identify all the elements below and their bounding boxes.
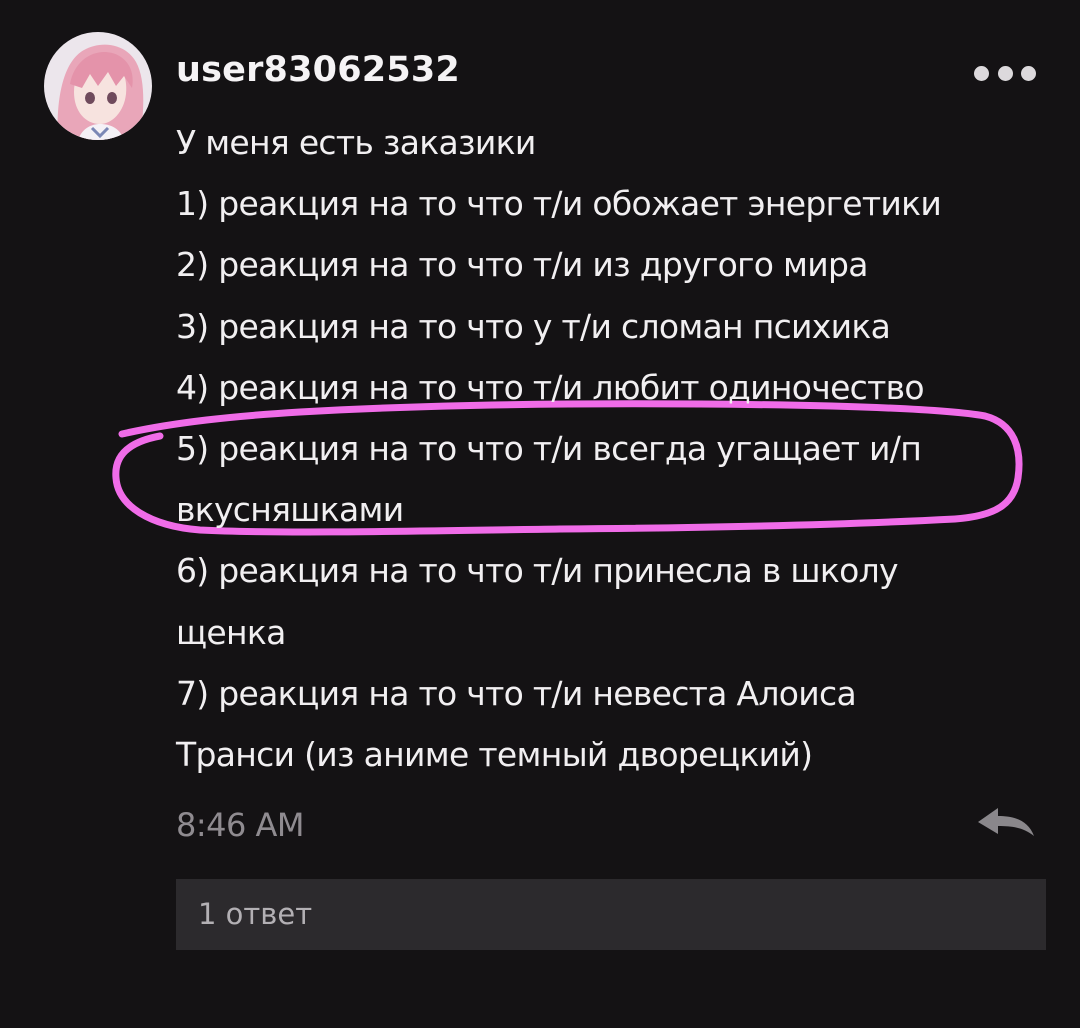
more-options-icon — [997, 65, 1013, 81]
comment-line: Транси (из аниме темный дворецкий) — [176, 734, 813, 774]
view-replies-button[interactable]: 1 ответ — [176, 879, 1046, 950]
more-options-button[interactable] — [972, 56, 1038, 90]
comment-line: 1) реакция на то что т/и обожает энергет… — [176, 184, 942, 224]
comment-line: 7) реакция на то что т/и невеста Алоиса — [176, 673, 857, 713]
reply-button[interactable] — [974, 804, 1038, 844]
more-options-icon — [974, 65, 989, 81]
comment-line: 4) реакция на то что т/и любит одиночест… — [176, 367, 925, 407]
anime-avatar-icon — [44, 32, 152, 140]
comment-line: щенка — [176, 612, 286, 652]
comment-line: 6) реакция на то что т/и принесла в школ… — [176, 551, 899, 591]
comment-timestamp: 8:46 AM — [176, 806, 305, 844]
comment-line: 5) реакция на то что т/и всегда угащает … — [176, 428, 922, 468]
comment-line: У меня есть заказики — [176, 123, 536, 162]
reply-arrow-icon — [978, 808, 1034, 836]
avatar[interactable] — [44, 32, 152, 140]
more-options-icon — [1021, 65, 1036, 81]
replies-count-label: 1 ответ — [198, 897, 313, 931]
username[interactable]: user83062532 — [176, 50, 460, 90]
comment-text: У меня есть заказики 1) реакция на то чт… — [176, 112, 1046, 785]
comment-line: 3) реакция на то что у т/и сломан психик… — [176, 306, 891, 346]
comment-line: 2) реакция на то что т/и из другого мира — [176, 245, 868, 285]
comment-line: вкусняшками — [176, 490, 404, 530]
